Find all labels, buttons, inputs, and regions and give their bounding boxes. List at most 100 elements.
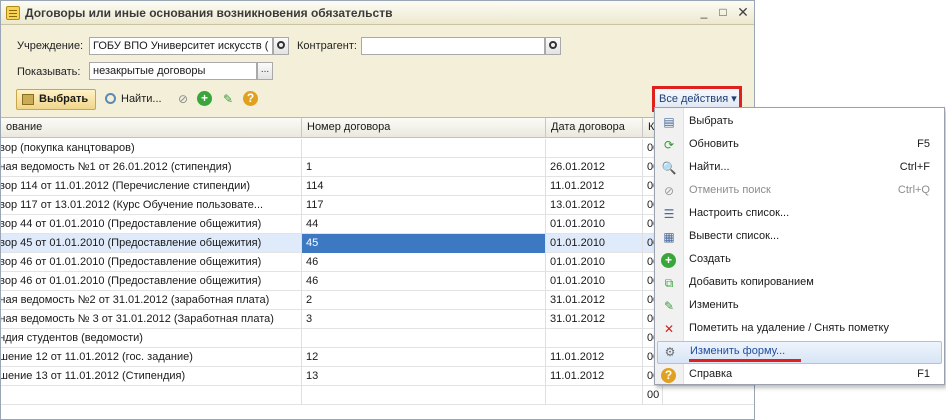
help-icon[interactable]: ? [243,91,258,106]
menu-item[interactable]: ▦ Вывести список... [655,226,944,249]
cancel-search-icon[interactable]: ⊘ [175,91,191,107]
select-icon [22,94,34,105]
table-row[interactable]: овор 117 от 13.01.2012 (Курс Обучение по… [1,196,754,215]
menu-item[interactable]: 🔍 Найти... Ctrl+F [655,157,944,180]
menu-item-label: Вывести список... [689,230,780,242]
cell-number [302,329,546,348]
create-icon: + [661,253,676,268]
create-icon[interactable]: + [197,91,212,106]
cell-name: овор 46 от 01.01.2010 (Предоставление об… [1,272,302,291]
menu-item[interactable]: ⧉ Добавить копированием [655,272,944,295]
menu-item-label: Изменить форму... [690,345,786,357]
cell-number: 1 [302,158,546,177]
table-row[interactable]: ендия студентов (ведомости)00 [1,329,754,348]
table-row[interactable]: овор (покупка канцтоваров)00 [1,139,754,158]
cell-name: ендия студентов (ведомости) [1,329,302,348]
menu-item[interactable]: ✎ Изменить [655,295,944,318]
menu-item[interactable]: ▤ Выбрать [655,111,944,134]
table-row[interactable]: овор 114 от 11.01.2012 (Перечисление сти… [1,177,754,196]
cell-number: 117 [302,196,546,215]
table-row[interactable]: дная ведомость №1 от 26.01.2012 (стипенд… [1,158,754,177]
print-list-icon: ▦ [663,230,675,244]
cell-number: 13 [302,367,546,386]
cell-name: дная ведомость № 3 от 31.01.2012 (Зарабо… [1,310,302,329]
menu-item[interactable]: ✕ Пометить на удаление / Снять пометку [655,318,944,341]
menu-item-shortcut: F1 [917,368,930,380]
window-titlebar[interactable]: Договоры или иные основания возникновени… [1,1,754,25]
table-row[interactable]: дная ведомость №2 от 31.01.2012 (заработ… [1,291,754,310]
column-header-date[interactable]: Дата договора [546,118,643,138]
show-filter-field[interactable]: незакрытые договоры [89,62,257,80]
maximize-button[interactable]: □ [714,5,732,21]
menu-item[interactable]: ☰ Настроить список... [655,203,944,226]
contractor-field[interactable] [361,37,545,55]
menu-item-label: Изменить [689,299,739,311]
cell-name: овор 44 от 01.01.2010 (Предоставление об… [1,215,302,234]
select-button[interactable]: Выбрать [16,89,96,110]
search-icon [277,41,285,49]
menu-item-label: Пометить на удаление / Снять пометку [689,322,889,334]
cell-date: 13.01.2012 [546,196,643,215]
menu-item-label: Справка [689,368,733,380]
cell-name: овор 45 от 01.01.2010 (Предоставление об… [1,234,302,253]
close-button[interactable]: ✕ [734,5,752,21]
table-row[interactable]: овор 45 от 01.01.2010 (Предоставление об… [1,234,754,253]
table-row[interactable]: дная ведомость № 3 от 31.01.2012 (Зарабо… [1,310,754,329]
menu-item[interactable]: ⟳ Обновить F5 [655,134,944,157]
cell-date: 01.01.2010 [546,253,643,272]
column-header-name[interactable]: ование [1,118,302,138]
cell-date: 11.01.2012 [546,177,643,196]
show-filter-select-button[interactable]: ... [257,62,273,80]
column-header-number[interactable]: Номер договора [302,118,546,138]
institution-label: Учреждение: [17,40,84,52]
find-button[interactable]: Найти... [105,91,162,107]
cell-name: ашение 13 от 11.01.2012 (Стипендия) [1,367,302,386]
show-label: Показывать: [17,66,81,78]
table-row[interactable]: 00 [1,386,754,405]
cell-number: 114 [302,177,546,196]
search-icon: 🔍 [661,161,677,175]
table-row[interactable]: ашение 13 от 11.01.2012 (Стипендия) 13 11.… [1,367,754,386]
select-icon: ▤ [663,115,675,129]
table-row[interactable]: овор 46 от 01.01.2010 (Предоставление об… [1,272,754,291]
table-header: ование Номер договора Дата договора К [1,118,754,138]
contracts-window: Договоры или иные основания возникновени… [0,0,755,420]
table-row[interactable]: овор 46 от 01.01.2010 (Предоставление об… [1,253,754,272]
cell-date: 01.01.2010 [546,272,643,291]
cell-date: 26.01.2012 [546,158,643,177]
minimize-button[interactable]: _ [695,5,713,21]
select-button-label: Выбрать [39,93,89,105]
table-row[interactable]: овор 44 от 01.01.2010 (Предоставление об… [1,215,754,234]
cell-number [302,139,546,158]
cell-code: 00 [643,386,663,405]
cell-date: 01.01.2010 [546,234,643,253]
cell-date [546,139,643,158]
cell-number [302,386,546,405]
window-title: Договоры или иные основания возникновени… [25,6,393,20]
delete-mark-icon: ✕ [663,322,675,336]
menu-item-shortcut: Ctrl+F [899,161,930,173]
menu-item[interactable]: + Создать [655,249,944,272]
institution-field[interactable]: ГОБУ ВПО Университет искусств ( [89,37,273,55]
institution-search-button[interactable] [273,37,289,55]
cell-number: 45 [302,234,546,253]
cell-name: овор 46 от 01.01.2010 (Предоставление об… [1,253,302,272]
cell-name: дная ведомость №2 от 31.01.2012 (заработ… [1,291,302,310]
menu-item[interactable]: ? Справка F1 [655,364,944,387]
edit-icon[interactable]: ✎ [220,91,236,107]
cell-name: овор 117 от 13.01.2012 (Курс Обучение по… [1,196,302,215]
table-row[interactable]: ашение 12 от 11.01.2012 (гос. задание) 12… [1,348,754,367]
cell-name: дная ведомость №1 от 26.01.2012 (стипенд… [1,158,302,177]
cell-number: 46 [302,253,546,272]
cell-date: 31.01.2012 [546,291,643,310]
cell-name: ашение 12 от 11.01.2012 (гос. задание) [1,348,302,367]
contractor-search-button[interactable] [545,37,561,55]
edit-form-icon: ⚙ [664,345,676,359]
menu-item-shortcut: F5 [917,138,930,150]
cell-number: 46 [302,272,546,291]
search-icon [105,93,116,104]
list-settings-icon: ☰ [663,207,675,221]
cell-number: 44 [302,215,546,234]
refresh-icon: ⟳ [663,138,675,152]
help-icon: ? [661,368,676,383]
